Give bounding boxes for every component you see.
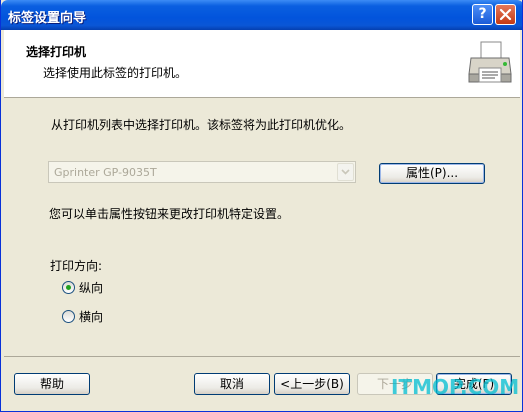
question-icon: ? <box>478 6 487 22</box>
radio-portrait[interactable]: 纵向 <box>62 279 103 295</box>
back-button[interactable]: <上一步(B) <box>274 373 350 395</box>
wizard-window: 标签设置向导 ? 选择打印机 选择使用此标签的打印机。 从打印机列表中选择打印机… <box>0 0 523 412</box>
hint-text: 您可以单击属性按钮来更改打印机特定设置。 <box>49 207 290 221</box>
wizard-header: 选择打印机 选择使用此标签的打印机。 <box>4 30 520 98</box>
cancel-button[interactable]: 取消 <box>194 373 270 395</box>
watermark: ITMOP.COM <box>391 375 520 399</box>
page-subtitle: 选择使用此标签的打印机。 <box>43 66 188 80</box>
close-button[interactable] <box>495 4 516 25</box>
properties-button[interactable]: 属性(P)... <box>379 163 485 184</box>
radio-label: 横向 <box>79 309 104 324</box>
radio-label: 纵向 <box>79 280 104 295</box>
printer-icon <box>468 41 512 83</box>
radio-landscape[interactable]: 横向 <box>62 308 103 324</box>
close-icon <box>499 8 512 21</box>
help-title-button[interactable]: ? <box>472 4 493 25</box>
help-button[interactable]: 帮助 <box>14 373 90 395</box>
radio-button[interactable] <box>62 280 75 294</box>
printer-select[interactable]: Gprinter GP-9035T <box>48 161 356 183</box>
printer-select-value: Gprinter GP-9035T <box>54 166 157 179</box>
chevron-down-icon[interactable] <box>337 163 354 181</box>
radio-button[interactable] <box>62 309 75 323</box>
window-title: 标签设置向导 <box>8 11 87 26</box>
orientation-label: 打印方向: <box>50 259 103 273</box>
page-title: 选择打印机 <box>26 45 87 59</box>
intro-text: 从打印机列表中选择打印机。该标签将为此打印机优化。 <box>51 118 352 132</box>
title-bar[interactable]: 标签设置向导 ? <box>1 0 522 30</box>
wizard-body: 从打印机列表中选择打印机。该标签将为此打印机优化。 Gprinter GP-90… <box>4 99 520 356</box>
